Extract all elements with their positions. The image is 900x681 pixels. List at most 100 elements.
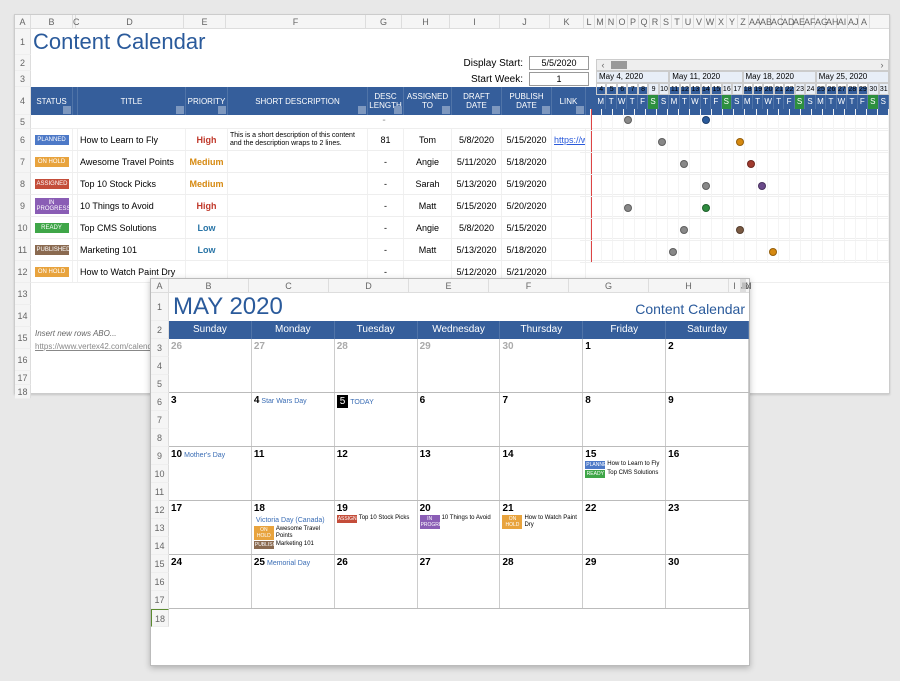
calendar-day[interactable]: 5TODAY <box>335 393 418 446</box>
calendar-day[interactable]: 17 <box>169 501 252 554</box>
col-letter[interactable]: F <box>489 279 569 292</box>
calendar-day[interactable]: 8 <box>583 393 666 446</box>
col-letter[interactable]: K <box>550 15 584 28</box>
calendar-day[interactable]: 16 <box>666 447 749 500</box>
calendar-event[interactable]: ON HOLDAwesome Travel Points <box>254 526 332 540</box>
filter-icon[interactable] <box>218 106 226 114</box>
row-number[interactable]: 12 <box>151 501 169 519</box>
col-letter[interactable]: C <box>249 279 329 292</box>
row-number[interactable]: 9 <box>151 447 169 465</box>
desc-cell[interactable] <box>228 151 368 172</box>
filter-icon[interactable] <box>358 106 366 114</box>
col-letter[interactable]: O <box>617 15 628 28</box>
desc-cell[interactable] <box>228 173 368 194</box>
title-cell[interactable]: 10 Things to Avoid <box>78 195 186 216</box>
col-letter[interactable]: H <box>649 279 729 292</box>
col-letter[interactable]: U <box>683 15 694 28</box>
desc-cell[interactable] <box>228 239 368 260</box>
row-number[interactable]: 3 <box>151 339 169 357</box>
col-letter[interactable]: A <box>151 279 169 292</box>
col-letter[interactable]: B <box>169 279 249 292</box>
gantt-scrollbar[interactable]: ‹ › <box>596 59 889 71</box>
calendar-day[interactable]: 25Memorial Day <box>252 555 335 608</box>
title-cell[interactable]: How to Learn to Fly <box>78 129 186 150</box>
calendar-day[interactable]: 19ASSIGNEDTop 10 Stock Picks <box>335 501 418 554</box>
col-letter[interactable]: S <box>661 15 672 28</box>
row-number[interactable]: 14 <box>151 537 169 555</box>
calendar-day[interactable]: 6 <box>418 393 501 446</box>
col-letter[interactable]: Z <box>738 15 749 28</box>
col-letter[interactable]: AG <box>815 15 826 28</box>
calendar-day[interactable]: 30 <box>666 555 749 608</box>
row-number[interactable]: 10 <box>15 217 31 239</box>
row-number[interactable]: 15 <box>151 555 169 573</box>
calendar-day[interactable]: 12 <box>335 447 418 500</box>
col-letter[interactable]: M <box>595 15 606 28</box>
col-letter[interactable]: I <box>729 279 741 292</box>
calendar-day[interactable]: 7 <box>500 393 583 446</box>
calendar-day[interactable]: 9 <box>666 393 749 446</box>
calendar-day[interactable]: 29 <box>583 555 666 608</box>
col-letter[interactable]: AE <box>793 15 804 28</box>
row-number[interactable]: 12 <box>15 261 31 283</box>
col-letter[interactable]: L <box>584 15 595 28</box>
calendar-day[interactable]: 29 <box>418 339 501 392</box>
col-letter[interactable]: G <box>366 15 402 28</box>
calendar-day[interactable]: 24 <box>169 555 252 608</box>
filter-icon[interactable] <box>176 106 184 114</box>
col-letter[interactable]: W <box>705 15 716 28</box>
col-letter[interactable]: A <box>15 15 31 28</box>
calendar-day[interactable]: 26 <box>169 339 252 392</box>
row-number[interactable]: 8 <box>15 173 31 195</box>
row-number[interactable]: 6 <box>15 129 31 151</box>
col-letter[interactable]: B <box>31 15 73 28</box>
col-letter[interactable]: X <box>716 15 727 28</box>
row-number[interactable]: 9 <box>15 195 31 217</box>
calendar-day[interactable]: 23 <box>666 501 749 554</box>
title-cell[interactable]: Top CMS Solutions <box>78 217 186 238</box>
col-letter[interactable]: AI <box>837 15 848 28</box>
desc-cell[interactable]: This is a short description of this cont… <box>228 129 368 150</box>
col-letter[interactable]: AB <box>760 15 771 28</box>
col-letter[interactable]: AF <box>804 15 815 28</box>
calendar-day[interactable]: 15PLANNEDHow to Learn to FlyREADYTop CMS… <box>583 447 666 500</box>
filter-icon[interactable] <box>442 106 450 114</box>
filter-icon[interactable] <box>542 106 550 114</box>
calendar-day[interactable]: 2 <box>666 339 749 392</box>
row-number[interactable]: 16 <box>151 573 169 591</box>
calendar-event[interactable]: IN PROGRESS10 Things to Avoid <box>420 515 498 529</box>
calendar-event[interactable]: PLANNEDHow to Learn to Fly <box>585 461 663 469</box>
col-letter[interactable]: E <box>409 279 489 292</box>
row-number[interactable]: 8 <box>151 429 169 447</box>
col-letter[interactable]: J <box>500 15 550 28</box>
row-number[interactable]: 1 <box>151 293 169 321</box>
desc-cell[interactable] <box>228 195 368 216</box>
col-letter[interactable]: P <box>628 15 639 28</box>
calendar-event[interactable]: ASSIGNEDTop 10 Stock Picks <box>337 515 415 523</box>
col-letter[interactable]: N <box>745 279 746 292</box>
row-number[interactable]: 10 <box>151 465 169 483</box>
col-letter[interactable]: D <box>76 15 184 28</box>
calendar-day[interactable]: 11 <box>252 447 335 500</box>
calendar-day[interactable]: 28 <box>500 555 583 608</box>
row-number[interactable]: 1 <box>15 29 31 55</box>
scroll-right-icon[interactable]: › <box>876 60 888 70</box>
scroll-left-icon[interactable]: ‹ <box>597 60 609 70</box>
col-letter[interactable]: AC <box>771 15 782 28</box>
row-number[interactable]: 13 <box>15 283 31 305</box>
row-number[interactable]: 17 <box>151 591 169 609</box>
col-letter[interactable]: AA <box>749 15 760 28</box>
row-number[interactable]: 5 <box>15 115 31 129</box>
row-number[interactable]: 18 <box>15 385 31 399</box>
title-cell[interactable]: Marketing 101 <box>78 239 186 260</box>
row-number[interactable]: 7 <box>151 411 169 429</box>
calendar-day[interactable]: 22 <box>583 501 666 554</box>
row-number[interactable]: 2 <box>151 321 169 339</box>
row-number[interactable]: 11 <box>151 483 169 501</box>
col-letter[interactable]: F <box>226 15 366 28</box>
calendar-day[interactable]: 28 <box>335 339 418 392</box>
row-number[interactable]: 17 <box>15 371 31 385</box>
col-letter[interactable]: I <box>450 15 500 28</box>
filter-icon[interactable] <box>63 106 71 114</box>
col-letter[interactable]: Q <box>639 15 650 28</box>
